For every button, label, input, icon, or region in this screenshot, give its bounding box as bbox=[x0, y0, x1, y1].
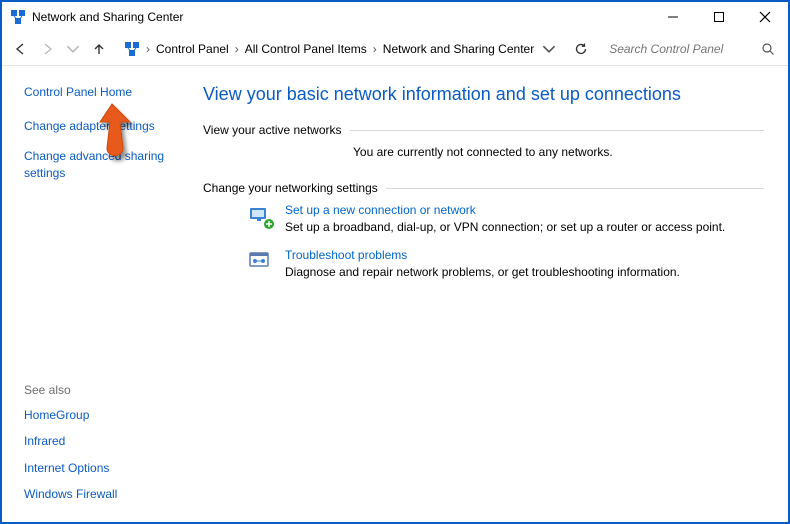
up-button[interactable] bbox=[88, 38, 110, 60]
section-active-networks: View your active networks bbox=[203, 123, 764, 137]
sidebar-item-adapter-settings[interactable]: Change adapter settings bbox=[24, 118, 187, 134]
minimize-button[interactable] bbox=[650, 2, 696, 32]
section-title: View your active networks bbox=[203, 123, 342, 137]
breadcrumb-separator: › bbox=[373, 42, 377, 56]
sidebar-item-home[interactable]: Control Panel Home bbox=[24, 84, 187, 100]
search-input[interactable] bbox=[607, 41, 775, 57]
content-area: Control Panel Home Change adapter settin… bbox=[2, 66, 788, 522]
main-panel: View your basic network information and … bbox=[197, 66, 788, 522]
section-divider bbox=[386, 188, 764, 189]
option-new-connection: Set up a new connection or network Set u… bbox=[247, 203, 764, 234]
sidebar: Control Panel Home Change adapter settin… bbox=[2, 66, 197, 522]
window-frame: Network and Sharing Center › Control bbox=[0, 0, 790, 524]
sidebar-item-homegroup[interactable]: HomeGroup bbox=[24, 407, 187, 423]
network-sharing-center-icon bbox=[10, 9, 26, 25]
new-connection-icon bbox=[247, 203, 275, 231]
breadcrumb-control-panel[interactable]: Control Panel bbox=[156, 42, 229, 56]
sidebar-item-advanced-sharing[interactable]: Change advanced sharing settings bbox=[24, 148, 187, 180]
section-divider bbox=[350, 130, 764, 131]
option-desc: Diagnose and repair network problems, or… bbox=[285, 265, 680, 279]
breadcrumb-all-items[interactable]: All Control Panel Items bbox=[245, 42, 367, 56]
troubleshoot-icon bbox=[247, 248, 275, 276]
sidebar-item-infrared[interactable]: Infrared bbox=[24, 433, 187, 449]
address-dropdown[interactable] bbox=[538, 38, 560, 60]
section-change-settings: Change your networking settings bbox=[203, 181, 764, 195]
option-link[interactable]: Troubleshoot problems bbox=[285, 248, 680, 262]
option-link[interactable]: Set up a new connection or network bbox=[285, 203, 725, 217]
refresh-button[interactable] bbox=[570, 38, 592, 60]
forward-button[interactable] bbox=[36, 38, 58, 60]
search-icon bbox=[761, 42, 775, 59]
section-title: Change your networking settings bbox=[203, 181, 378, 195]
network-sharing-center-icon bbox=[124, 41, 140, 57]
search-box[interactable] bbox=[602, 37, 780, 61]
breadcrumb-separator: › bbox=[235, 42, 239, 56]
back-button[interactable] bbox=[10, 38, 32, 60]
page-heading: View your basic network information and … bbox=[203, 84, 764, 105]
window-title: Network and Sharing Center bbox=[32, 10, 183, 24]
sidebar-item-internet-options[interactable]: Internet Options bbox=[24, 460, 187, 476]
maximize-button[interactable] bbox=[696, 2, 742, 32]
breadcrumb-current[interactable]: Network and Sharing Center bbox=[383, 42, 534, 56]
close-button[interactable] bbox=[742, 2, 788, 32]
sidebar-item-windows-firewall[interactable]: Windows Firewall bbox=[24, 486, 187, 502]
option-desc: Set up a broadband, dial-up, or VPN conn… bbox=[285, 220, 725, 234]
addressbar: › Control Panel › All Control Panel Item… bbox=[2, 32, 788, 66]
option-troubleshoot: Troubleshoot problems Diagnose and repai… bbox=[247, 248, 764, 279]
see-also-heading: See also bbox=[24, 383, 187, 397]
no-connection-msg: You are currently not connected to any n… bbox=[353, 145, 764, 159]
recent-locations-dropdown[interactable] bbox=[62, 38, 84, 60]
titlebar: Network and Sharing Center bbox=[2, 2, 788, 32]
breadcrumb-separator: › bbox=[146, 42, 150, 56]
